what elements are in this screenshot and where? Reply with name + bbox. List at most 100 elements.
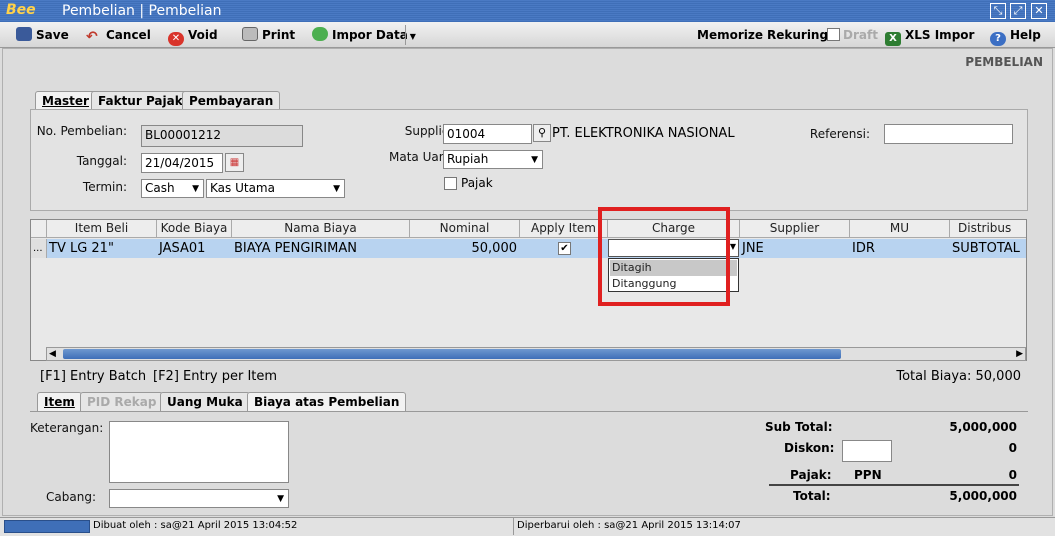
page-heading: PEMBELIAN — [965, 55, 1043, 69]
draft-checkbox[interactable]: Draft — [827, 26, 878, 44]
tab-item[interactable]: Item — [37, 392, 82, 412]
diskon-field[interactable] — [842, 440, 892, 462]
cell-kode-biaya[interactable]: JASA01 — [157, 239, 232, 258]
cell-distribusi[interactable]: SUBTOTAL — [950, 239, 1026, 258]
print-button[interactable]: Print — [242, 26, 295, 44]
xls-impor-button[interactable]: X XLS Impor — [885, 26, 974, 46]
scroll-left-icon[interactable]: ◀ — [49, 349, 56, 359]
supplier-code-field[interactable]: 01004 — [443, 124, 532, 144]
progress-indicator — [4, 520, 90, 533]
scroll-right-icon[interactable]: ▶ — [1016, 349, 1023, 359]
referensi-field[interactable] — [884, 124, 1013, 144]
cell-item-beli[interactable]: TV LG 21" — [47, 239, 157, 258]
cancel-button[interactable]: ↶ Cancel — [86, 26, 151, 44]
tab-pid-rekap: PID Rekap — [80, 392, 164, 412]
col-supplier[interactable]: Supplier — [740, 220, 850, 238]
toolbar: Save ↶ Cancel ✕ Void Print Impor Data ▼ Mem… — [0, 22, 1055, 48]
no-pembelian-label: No. Pembelian: — [36, 124, 127, 138]
chevron-down-icon: ▼ — [192, 184, 199, 194]
cell-mu[interactable]: IDR — [850, 239, 950, 258]
hint-entry-batch: [F1] Entry Batch — [40, 369, 147, 384]
row-header-corner — [31, 220, 47, 238]
status-bar: Dibuat oleh : sa@21 April 2015 13:04:52 … — [0, 517, 1055, 536]
total-label: Total: — [793, 489, 831, 503]
impor-data-button[interactable]: Impor Data ▼ — [312, 26, 416, 44]
mata-uang-select[interactable]: Rupiah ▼ — [443, 150, 543, 169]
scroll-thumb[interactable] — [63, 349, 841, 359]
col-kode-biaya[interactable]: Kode Biaya — [157, 220, 232, 238]
highlight-annotation — [598, 207, 730, 306]
col-distribusi[interactable]: Distribus — [950, 220, 1026, 238]
void-button[interactable]: ✕ Void — [168, 26, 218, 46]
col-nama-biaya[interactable]: Nama Biaya — [232, 220, 410, 238]
total-biaya: Total Biaya: 50,000 — [896, 369, 1021, 384]
chevron-down-icon: ▼ — [277, 494, 284, 504]
cell-nama-biaya[interactable]: BIAYA PENGIRIMAN — [232, 239, 410, 258]
mata-uang-label: Mata Uang: — [389, 150, 458, 164]
cell-supplier[interactable]: JNE — [740, 239, 850, 258]
chevron-down-icon: ▼ — [531, 155, 538, 165]
row-marker[interactable]: ... — [31, 239, 47, 258]
save-button[interactable]: Save — [16, 26, 69, 44]
pajak-type: PPN — [854, 468, 882, 482]
close-icon[interactable]: ✕ — [1031, 3, 1047, 19]
col-nominal[interactable]: Nominal — [410, 220, 520, 238]
restore-icon[interactable]: ⤡ — [990, 3, 1006, 19]
cell-nominal[interactable]: 50,000 — [410, 239, 520, 258]
chevron-down-icon: ▼ — [729, 242, 736, 251]
keterangan-textarea[interactable] — [109, 421, 289, 483]
status-separator — [513, 518, 514, 535]
chevron-down-icon: ▼ — [409, 32, 416, 41]
toolbar-separator — [405, 25, 406, 45]
memorize-button[interactable]: Memorize — [697, 26, 763, 44]
app-logo: Bee — [6, 2, 36, 18]
printer-icon — [242, 27, 258, 41]
pajak-label: Pajak — [461, 176, 493, 190]
sub-total-label: Sub Total: — [765, 420, 833, 434]
maximize-icon[interactable]: ⤢ — [1010, 3, 1026, 19]
col-apply-item[interactable]: Apply Item — [520, 220, 608, 238]
referensi-label: Referensi: — [809, 127, 870, 141]
undo-icon: ↶ — [86, 29, 98, 45]
sub-total-value: 5,000,000 — [949, 420, 1017, 434]
termin-select[interactable]: Cash ▼ — [141, 179, 204, 198]
pajak-total-label: Pajak: — [790, 468, 832, 482]
window-title: Pembelian | Pembelian — [62, 3, 222, 19]
calendar-icon[interactable]: ▦ — [225, 153, 244, 172]
tab-master[interactable]: Master — [35, 91, 96, 111]
col-item-beli[interactable]: Item Beli — [47, 220, 157, 238]
pajak-checkbox[interactable] — [444, 177, 457, 190]
apply-item-checkbox[interactable]: ✔ — [558, 242, 571, 255]
search-icon[interactable]: ⚲ — [533, 124, 551, 142]
diperbarui-oleh: Diperbarui oleh : sa@21 April 2015 13:14… — [517, 520, 741, 531]
tanggal-field[interactable]: 21/04/2015 — [141, 153, 223, 173]
cell-apply-item[interactable]: ✔ — [520, 239, 608, 258]
rekuring-button[interactable]: Rekuring — [767, 26, 828, 44]
termin-label: Termin: — [82, 180, 127, 194]
cabang-label: Cabang: — [46, 490, 96, 504]
tab-pembayaran[interactable]: Pembayaran — [182, 91, 281, 111]
void-icon: ✕ — [168, 32, 184, 46]
no-pembelian-field: BL00001212 — [141, 125, 303, 147]
title-bar: Bee Pembelian | Pembelian ⤡ ⤢ ✕ — [0, 0, 1055, 22]
diskon-label: Diskon: — [784, 441, 835, 455]
import-icon — [312, 27, 328, 41]
tab-divider — [30, 411, 1028, 412]
help-button[interactable]: ? Help — [990, 26, 1041, 46]
dibuat-oleh: Dibuat oleh : sa@21 April 2015 13:04:52 — [93, 520, 298, 531]
supplier-name: PT. ELEKTRONIKA NASIONAL — [552, 126, 735, 141]
tab-biaya-atas-pembelian[interactable]: Biaya atas Pembelian — [247, 392, 407, 412]
tab-uang-muka[interactable]: Uang Muka — [160, 392, 250, 412]
pajak-value: 0 — [1008, 468, 1017, 482]
chevron-down-icon: ▼ — [333, 184, 340, 194]
keterangan-label: Keterangan: — [30, 421, 104, 435]
horizontal-scrollbar[interactable]: ◀ ▶ — [46, 347, 1026, 361]
col-mu[interactable]: MU — [850, 220, 950, 238]
total-divider — [769, 484, 1019, 486]
total-value: 5,000,000 — [949, 489, 1017, 503]
kas-select[interactable]: Kas Utama ▼ — [206, 179, 345, 198]
cabang-select[interactable]: ▼ — [109, 489, 289, 508]
draft-check-box[interactable] — [827, 28, 840, 41]
biaya-table: Item Beli Kode Biaya Nama Biaya Nominal … — [30, 219, 1027, 361]
tab-faktur-pajak[interactable]: Faktur Pajak — [91, 91, 190, 111]
